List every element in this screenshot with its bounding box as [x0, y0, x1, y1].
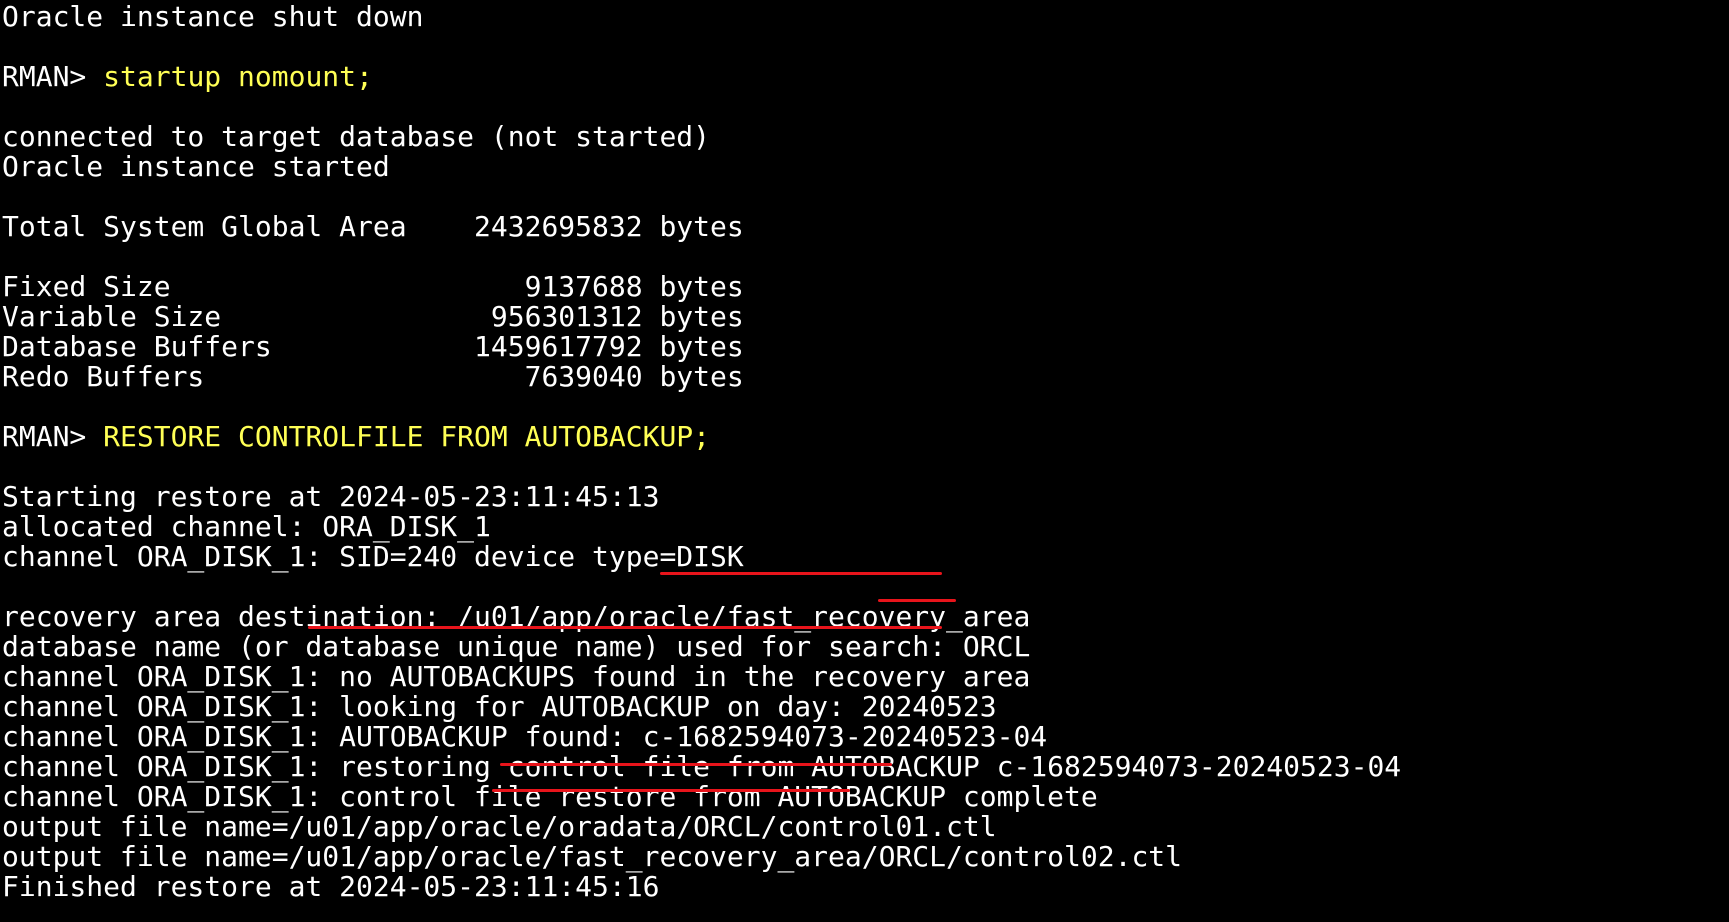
- rman-command-line: RMAN> RESTORE CONTROLFILE FROM AUTOBACKU…: [2, 422, 1401, 452]
- output-line: database name (or database unique name) …: [2, 630, 1031, 663]
- output-line: output file name=/u01/app/oracle/oradata…: [2, 810, 997, 843]
- terminal-window[interactable]: Oracle instance shut down RMAN> startup n…: [0, 0, 1729, 922]
- rman-prompt: RMAN>: [2, 420, 104, 453]
- output-line: Oracle instance shut down: [2, 0, 424, 33]
- rman-command-line: RMAN> startup nomount;: [2, 62, 1401, 92]
- output-line: Total System Global Area 2432695832 byte…: [2, 210, 744, 243]
- output-line: output file name=/u01/app/oracle/fast_re…: [2, 840, 1183, 873]
- console-output: Oracle instance shut down RMAN> startup n…: [2, 2, 1401, 902]
- output-line: Redo Buffers 7639040 bytes: [2, 360, 744, 393]
- output-line: allocated channel: ORA_DISK_1: [2, 510, 491, 543]
- output-line: Finished restore at 2024-05-23:11:45:16: [2, 870, 660, 903]
- output-line: channel ORA_DISK_1: SID=240 device type=…: [2, 540, 744, 573]
- output-line: channel ORA_DISK_1: looking for AUTOBACK…: [2, 690, 997, 723]
- output-line: Database Buffers 1459617792 bytes: [2, 330, 744, 363]
- output-line: Oracle instance started: [2, 150, 390, 183]
- rman-command: RESTORE CONTROLFILE FROM AUTOBACKUP;: [103, 420, 711, 453]
- output-line: Fixed Size 9137688 bytes: [2, 270, 744, 303]
- rman-prompt: RMAN>: [2, 60, 104, 93]
- output-line: channel ORA_DISK_1: AUTOBACKUP found: c-…: [2, 720, 1048, 753]
- output-line: recovery area destination: /u01/app/orac…: [2, 600, 1031, 633]
- output-line: Starting restore at 2024-05-23:11:45:13: [2, 480, 660, 513]
- output-line: channel ORA_DISK_1: no AUTOBACKUPS found…: [2, 660, 1031, 693]
- output-line: Variable Size 956301312 bytes: [2, 300, 744, 333]
- output-line: channel ORA_DISK_1: restoring control fi…: [2, 750, 1402, 783]
- output-line: connected to target database (not starte…: [2, 120, 711, 153]
- output-line: channel ORA_DISK_1: control file restore…: [2, 780, 1098, 813]
- rman-command: startup nomount;: [103, 60, 373, 93]
